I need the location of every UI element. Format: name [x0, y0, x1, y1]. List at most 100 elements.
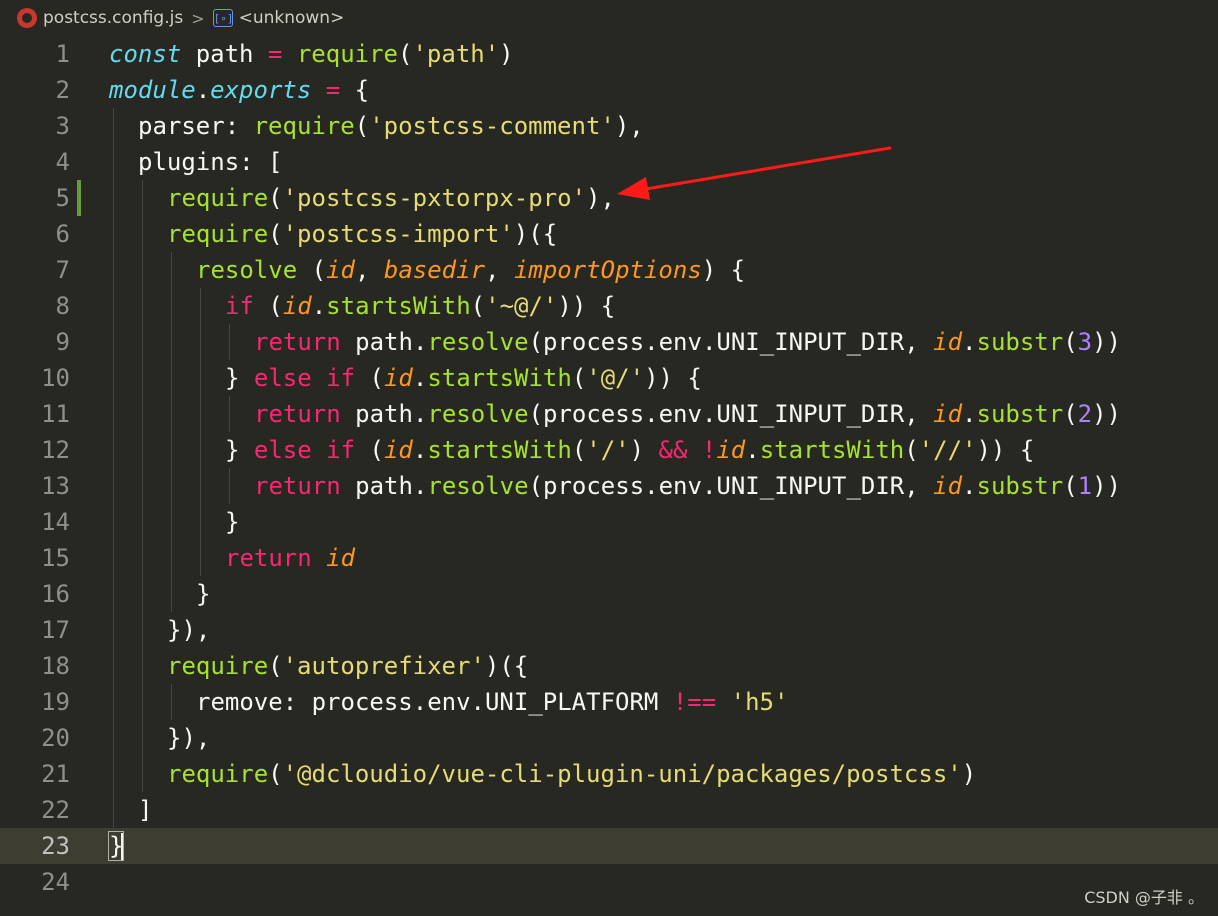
- line-content: remove: process.env.UNI_PLATFORM !== 'h5…: [196, 684, 788, 720]
- code-line[interactable]: 1 const path = require('path'): [0, 36, 1218, 72]
- indent-guide: [200, 324, 201, 360]
- indent-guide: [200, 504, 201, 540]
- code-line[interactable]: 19 remove: process.env.UNI_PLATFORM !== '…: [0, 684, 1218, 720]
- code-token: (: [1063, 472, 1078, 500]
- code-line[interactable]: 9 return path.resolve(process.env.UNI_INP…: [0, 324, 1218, 360]
- code-token: basedir: [383, 256, 486, 284]
- code-token: ): [629, 436, 659, 464]
- postcss-file-icon: [17, 8, 37, 28]
- code-token: return: [254, 400, 341, 428]
- code-token: .: [412, 436, 428, 464]
- code-line[interactable]: 22]: [0, 792, 1218, 828]
- code-token: 2: [1077, 400, 1093, 428]
- code-token: id: [383, 364, 413, 392]
- code-line[interactable]: 24: [0, 864, 1218, 900]
- indent-guide: [171, 684, 172, 720]
- watermark: CSDN @子非 。: [1084, 888, 1204, 907]
- code-token: )) {: [557, 292, 616, 320]
- indent-guide: [171, 324, 172, 360]
- code-token: )): [1092, 472, 1122, 500]
- code-line[interactable]: 6 require('postcss-import')({: [0, 216, 1218, 252]
- code-token: id: [383, 436, 413, 464]
- code-token: }),: [167, 616, 211, 644]
- code-editor[interactable]: postcss.config.js > [∘] <unknown> 1 const…: [0, 0, 1218, 916]
- indent-guide: [171, 468, 172, 504]
- indent-guide: [113, 468, 114, 504]
- code-line[interactable]: 23}: [0, 828, 1218, 864]
- code-token: path.: [340, 400, 428, 428]
- code-token: )) {: [644, 364, 702, 392]
- line-number: 2: [55, 76, 70, 104]
- code-line[interactable]: 10} else if (id.startsWith('@/')) {: [0, 360, 1218, 396]
- code-token: 'autoprefixer': [282, 652, 485, 680]
- code-token: (: [1063, 328, 1078, 356]
- code-token: 'h5': [730, 688, 789, 716]
- line-content: parser: require('postcss-comment'),: [138, 108, 644, 144]
- line-content: if (id.startsWith('~@/')) {: [225, 288, 615, 324]
- code-token: !==: [672, 688, 717, 716]
- code-token: resolve: [427, 472, 529, 500]
- code-token: require: [167, 220, 269, 248]
- code-token: startsWith: [326, 292, 471, 320]
- code-line[interactable]: 20}),: [0, 720, 1218, 756]
- code-line[interactable]: 11 return path.resolve(process.env.UNI_IN…: [0, 396, 1218, 432]
- code-token: (: [1063, 400, 1078, 428]
- code-token: (: [268, 184, 283, 212]
- indent-guide: [113, 360, 114, 396]
- code-token: (: [904, 436, 919, 464]
- indent-guide: [142, 324, 143, 360]
- code-token: startsWith: [427, 436, 572, 464]
- line-number: 5: [55, 184, 70, 212]
- breadcrumb-symbol-name[interactable]: <unknown>: [239, 8, 345, 28]
- code-token: resolve: [427, 400, 529, 428]
- indent-guide: [171, 576, 172, 612]
- code-token: ) {: [701, 256, 746, 284]
- code-line[interactable]: 12} else if (id.startsWith('/') && !id.s…: [0, 432, 1218, 468]
- code-line[interactable]: 4 plugins: [: [0, 144, 1218, 180]
- code-line[interactable]: 14}: [0, 504, 1218, 540]
- indent-guide: [142, 468, 143, 504]
- indent-guide: [142, 756, 143, 792]
- line-content: resolve (id, basedir, importOptions) {: [196, 252, 745, 288]
- code-line[interactable]: 7 resolve (id, basedir, importOptions) {: [0, 252, 1218, 288]
- code-line[interactable]: 17}),: [0, 612, 1218, 648]
- code-token: .: [311, 292, 327, 320]
- code-token: ): [499, 40, 514, 68]
- code-token: ,: [485, 256, 514, 284]
- code-token: ),: [614, 112, 644, 140]
- line-number: 4: [55, 148, 70, 176]
- indent-guide: [171, 540, 172, 576]
- code-token: id: [326, 544, 356, 572]
- line-number: 21: [41, 760, 70, 788]
- line-number: 18: [41, 652, 70, 680]
- code-line[interactable]: 16}: [0, 576, 1218, 612]
- code-token: .: [962, 472, 977, 500]
- breadcrumb: postcss.config.js > [∘] <unknown>: [0, 0, 1218, 36]
- breadcrumb-file-name[interactable]: postcss.config.js: [43, 8, 183, 28]
- code-token: '/': [586, 436, 630, 464]
- code-line[interactable]: 5 require('postcss-pxtorpx-pro'),: [0, 180, 1218, 216]
- code-token: resolve: [427, 328, 529, 356]
- code-area[interactable]: 1 const path = require('path') 2 module.exp…: [0, 36, 1218, 916]
- code-line[interactable]: 8 if (id.startsWith('~@/')) {: [0, 288, 1218, 324]
- code-token: startsWith: [427, 364, 572, 392]
- code-token: 3: [1077, 328, 1093, 356]
- indent-guide: [113, 432, 114, 468]
- code-line[interactable]: 3 parser: require('postcss-comment'),: [0, 108, 1218, 144]
- line-number: 12: [41, 436, 70, 464]
- code-line[interactable]: 18 require('autoprefixer')({: [0, 648, 1218, 684]
- code-line[interactable]: 13 return path.resolve(process.env.UNI_IN…: [0, 468, 1218, 504]
- line-content: }),: [167, 612, 210, 648]
- code-token: =: [267, 40, 283, 68]
- indent-guide: [113, 144, 114, 180]
- indent-guide: [142, 612, 143, 648]
- code-token: return: [225, 544, 312, 572]
- line-number: 9: [55, 328, 70, 356]
- line-content: } else if (id.startsWith('/') && !id.sta…: [225, 432, 1034, 468]
- code-token: )({: [513, 220, 558, 248]
- code-line[interactable]: 15 return id: [0, 540, 1218, 576]
- code-line[interactable]: 21 require('@dcloudio/vue-cli-plugin-uni/…: [0, 756, 1218, 792]
- code-line[interactable]: 2 module.exports = {: [0, 72, 1218, 108]
- line-content: return path.resolve(process.env.UNI_INPU…: [254, 324, 1121, 360]
